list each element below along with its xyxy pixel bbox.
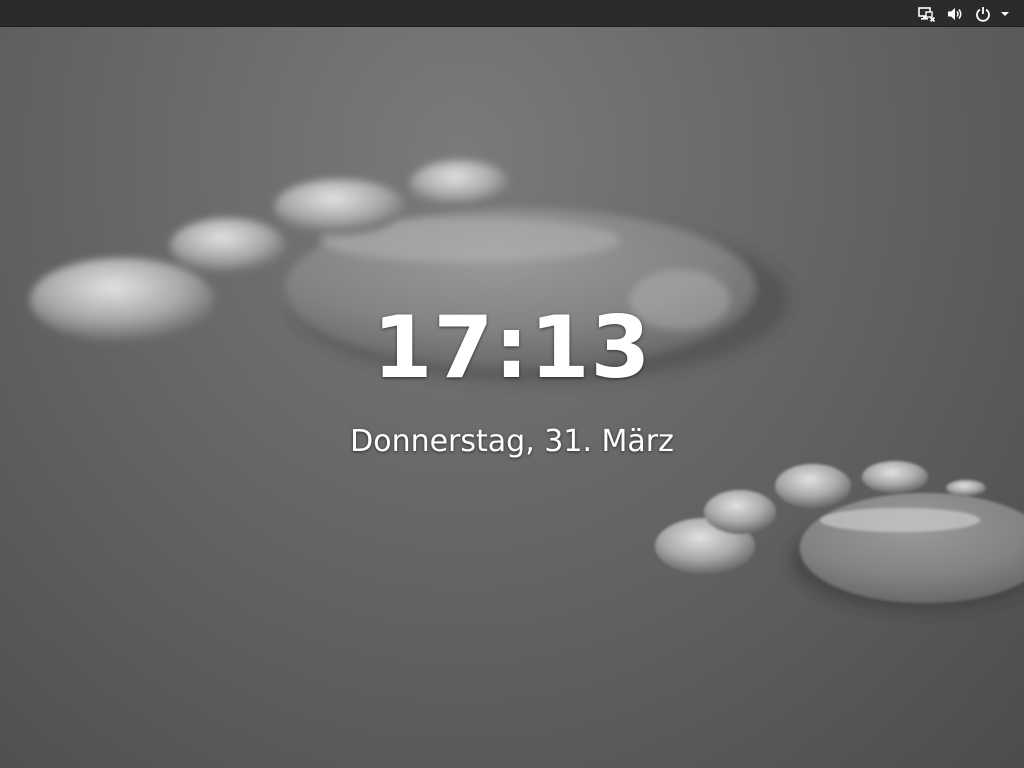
network-wired-disconnected-icon[interactable] (916, 3, 938, 25)
lower-footprint-drops (655, 461, 1024, 612)
lock-screen-clock: 17:13 Donnerstag, 31. März (0, 300, 1024, 462)
lock-screen[interactable]: 17:13 Donnerstag, 31. März (0, 0, 1024, 768)
system-status-area[interactable] (910, 0, 1016, 27)
menu-arrow-down-icon[interactable] (1000, 3, 1010, 25)
volume-icon[interactable] (944, 3, 966, 25)
top-bar (0, 0, 1024, 27)
clock-time: 17:13 (372, 298, 652, 398)
clock-date: Donnerstag, 31. März (350, 424, 674, 459)
power-icon[interactable] (972, 3, 994, 25)
